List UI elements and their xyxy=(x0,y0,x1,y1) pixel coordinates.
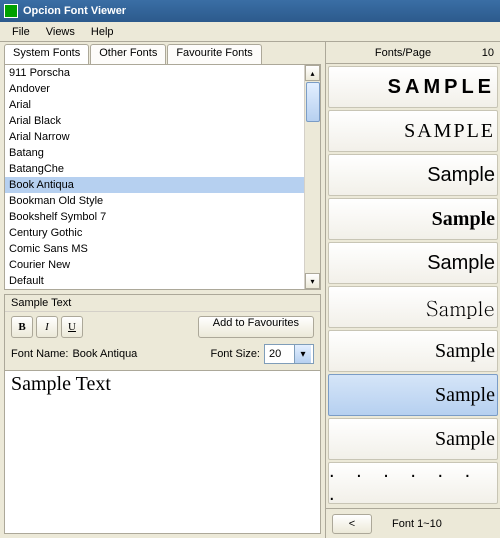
font-list-item[interactable]: Courier New xyxy=(5,257,304,273)
font-list-item[interactable]: Book Antiqua xyxy=(5,177,304,193)
menu-bar: File Views Help xyxy=(0,22,500,42)
font-list[interactable]: 911 PorschaAndoverArialArial BlackArial … xyxy=(5,65,304,289)
font-list-item[interactable]: Century Gothic xyxy=(5,225,304,241)
font-list-item[interactable]: Default xyxy=(5,273,304,289)
tab-bar: System Fonts Other Fonts Favourite Fonts xyxy=(0,42,325,64)
preview-item[interactable]: Sample xyxy=(328,242,498,284)
menu-help[interactable]: Help xyxy=(83,24,122,40)
preview-item[interactable]: Sample xyxy=(328,286,498,328)
preview-item[interactable]: Sample xyxy=(328,374,498,416)
sample-text-display[interactable]: Sample Text xyxy=(5,370,320,533)
font-size-select[interactable]: 20 xyxy=(264,344,314,364)
font-list-item[interactable]: Arial Narrow xyxy=(5,129,304,145)
sample-header: Sample Text xyxy=(5,295,320,312)
font-list-item[interactable]: Arial Black xyxy=(5,113,304,129)
font-list-item[interactable]: Bookman Old Style xyxy=(5,193,304,209)
tab-other-fonts[interactable]: Other Fonts xyxy=(90,44,166,64)
font-list-item[interactable]: 911 Porscha xyxy=(5,65,304,81)
font-list-item[interactable]: Bookshelf Symbol 7 xyxy=(5,209,304,225)
font-list-item[interactable]: Batang xyxy=(5,145,304,161)
window-title: Opcion Font Viewer xyxy=(23,5,126,17)
bold-button[interactable]: B xyxy=(11,316,33,338)
preview-item[interactable]: Sample xyxy=(328,154,498,196)
menu-file[interactable]: File xyxy=(4,24,38,40)
prev-page-button[interactable]: < xyxy=(332,514,372,534)
left-panel: System Fonts Other Fonts Favourite Fonts… xyxy=(0,42,326,538)
style-toolbar: B I U Add to Favourites xyxy=(5,312,320,342)
menu-views[interactable]: Views xyxy=(38,24,83,40)
font-list-container: 911 PorschaAndoverArialArial BlackArial … xyxy=(4,64,321,290)
preview-item[interactable]: SAMPLE xyxy=(328,110,498,152)
font-size-value: 20 xyxy=(269,348,281,360)
tab-favourite-fonts[interactable]: Favourite Fonts xyxy=(167,44,261,64)
preview-list[interactable]: SAMPLESAMPLE SampleSampleSampleSampleSam… xyxy=(326,64,500,508)
scroll-up-button[interactable]: ▴ xyxy=(305,65,320,81)
title-bar: Opcion Font Viewer xyxy=(0,0,500,22)
scroll-down-button[interactable]: ▾ xyxy=(305,273,320,289)
preview-item[interactable]: . . . . . . . xyxy=(328,462,498,504)
preview-item[interactable]: Sample xyxy=(328,418,498,460)
font-list-item[interactable]: Arial xyxy=(5,97,304,113)
italic-button[interactable]: I xyxy=(36,316,58,338)
font-list-item[interactable]: BatangChe xyxy=(5,161,304,177)
font-size-label: Font Size: xyxy=(210,348,260,360)
font-list-item[interactable]: Andover xyxy=(5,81,304,97)
right-footer: < Font 1~10 xyxy=(326,508,500,538)
tab-system-fonts[interactable]: System Fonts xyxy=(4,44,89,64)
preview-item[interactable]: SAMPLE xyxy=(328,66,498,108)
preview-item[interactable]: Sample xyxy=(328,330,498,372)
font-range-label: Font 1~10 xyxy=(392,518,442,530)
font-list-item[interactable]: Comic Sans MS xyxy=(5,241,304,257)
right-header: Fonts/Page 10 xyxy=(326,42,500,64)
scroll-thumb[interactable] xyxy=(306,82,320,122)
right-panel: Fonts/Page 10 SAMPLESAMPLE SampleSampleS… xyxy=(326,42,500,538)
fonts-per-page-value: 10 xyxy=(474,47,494,59)
add-favourites-button[interactable]: Add to Favourites xyxy=(198,316,314,338)
font-name-value: Book Antiqua xyxy=(72,348,137,360)
preview-item[interactable]: Sample xyxy=(328,198,498,240)
sample-section: Sample Text B I U Add to Favourites Font… xyxy=(4,294,321,534)
underline-button[interactable]: U xyxy=(61,316,83,338)
font-name-label: Font Name: xyxy=(11,348,68,360)
fonts-per-page-label: Fonts/Page xyxy=(332,47,474,59)
scrollbar[interactable]: ▴ ▾ xyxy=(304,65,320,289)
font-info-row: Font Name: Book Antiqua Font Size: 20 xyxy=(5,342,320,370)
app-icon xyxy=(4,4,18,18)
